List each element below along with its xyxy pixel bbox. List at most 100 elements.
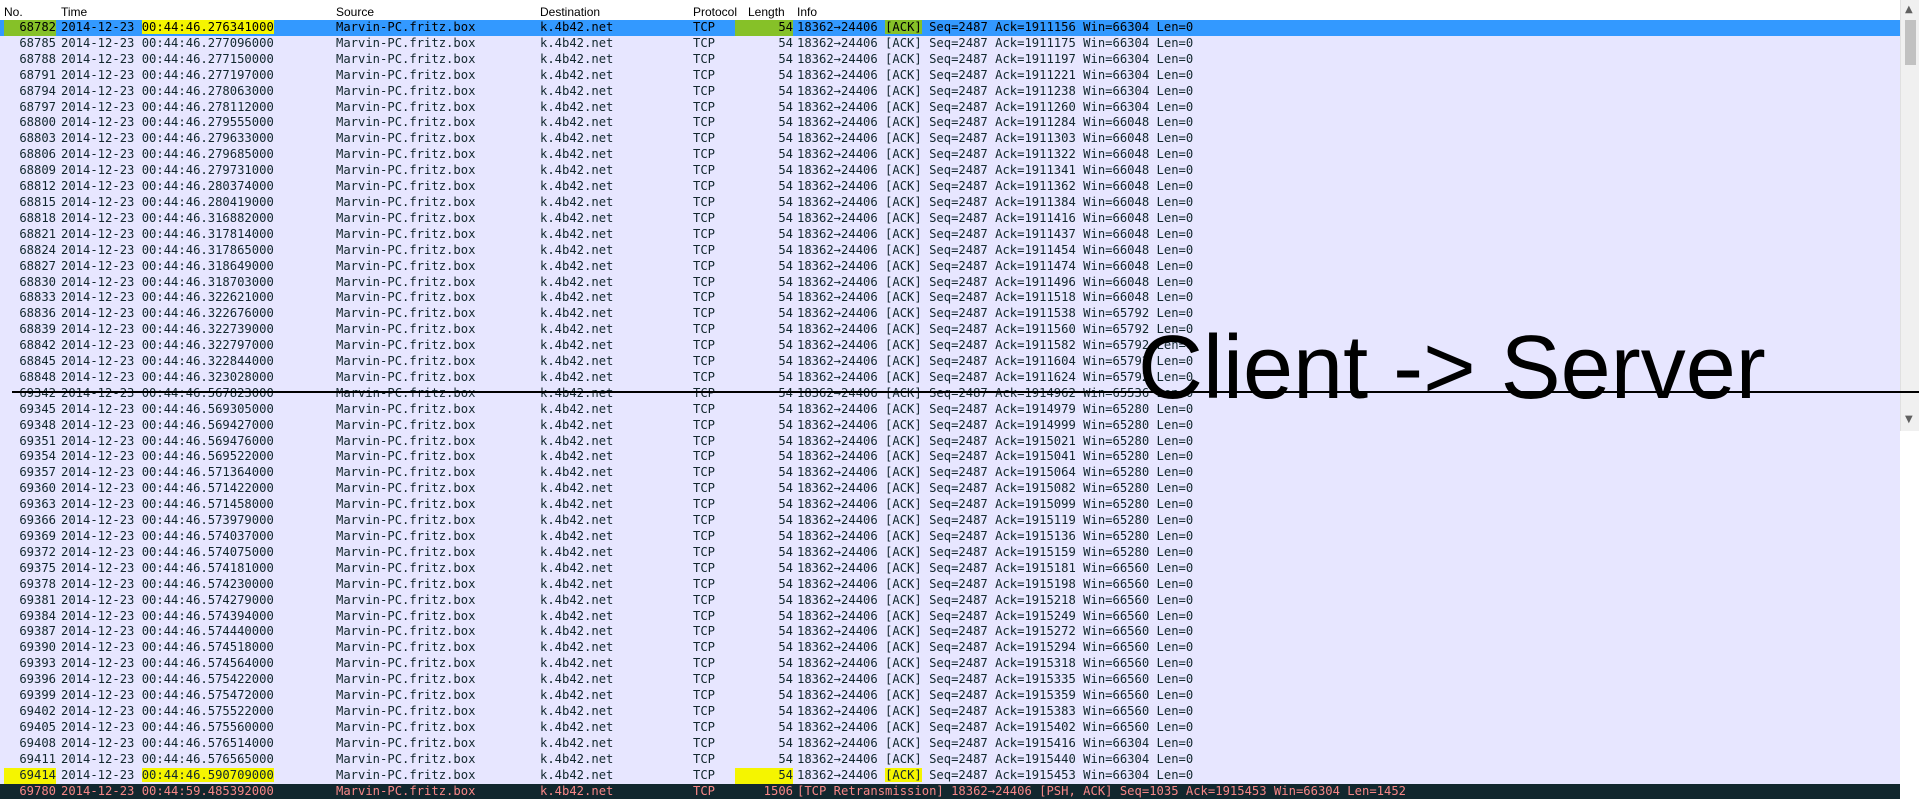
packet-row[interactable]: 68803 2014-12-23 00:44:46.279633000 Marvin… xyxy=(0,131,1900,148)
packet-source: Marvin-PC.fritz.box xyxy=(336,703,476,718)
packet-info: 18362→24406 [ACK] Seq=2487 Ack=1911454 W… xyxy=(797,242,1194,257)
packet-row[interactable]: 69780 2014-12-23 00:44:59.485392000 Marvin… xyxy=(0,783,1900,800)
packet-length: 54 xyxy=(778,194,793,209)
packet-source: Marvin-PC.fritz.box xyxy=(336,322,476,337)
packet-info: 18362→24406 [ACK] Seq=2487 Ack=1915359 W… xyxy=(797,688,1194,703)
scroll-thumb[interactable] xyxy=(1905,20,1916,65)
packet-destination: k.4b42.net xyxy=(540,290,614,305)
packet-source: Marvin-PC.fritz.box xyxy=(336,35,476,50)
packet-no: 68788 xyxy=(19,51,56,66)
packet-length: 54 xyxy=(778,226,793,241)
packet-row[interactable]: 69408 2014-12-23 00:44:46.576514000 Marvin… xyxy=(0,735,1900,752)
packet-source: Marvin-PC.fritz.box xyxy=(336,719,476,734)
packet-protocol: TCP xyxy=(693,767,716,782)
packet-info: 18362→24406 [ACK] Seq=2487 Ack=1911582 W… xyxy=(797,338,1194,353)
packet-source: Marvin-PC.fritz.box xyxy=(336,194,476,209)
packet-source: Marvin-PC.fritz.box xyxy=(336,751,476,766)
packet-no: 69414 xyxy=(4,767,56,784)
packet-time: 2014-12-23 00:44:46.575422000 xyxy=(61,672,274,687)
packet-row[interactable]: 69348 2014-12-23 00:44:46.569427000 Marvin… xyxy=(0,417,1900,434)
column-header-protocol[interactable]: Protocol xyxy=(693,5,737,19)
packet-length: 54 xyxy=(778,719,793,734)
packet-row[interactable]: 69402 2014-12-23 00:44:46.575522000 Marvin… xyxy=(0,703,1900,720)
ack-flag-highlight: [ACK] xyxy=(885,767,922,782)
packet-source: Marvin-PC.fritz.box xyxy=(336,592,476,607)
packet-info: 18362→24406 [ACK] Seq=2487 Ack=1911284 W… xyxy=(797,115,1194,130)
packet-time: 2014-12-23 00:44:46.569427000 xyxy=(61,417,274,432)
packet-time: 2014-12-23 00:44:46.590709000 xyxy=(61,767,274,782)
packet-length: 54 xyxy=(735,20,793,36)
packet-length: 54 xyxy=(778,497,793,512)
packet-destination: k.4b42.net xyxy=(540,624,614,639)
packet-row[interactable]: 68827 2014-12-23 00:44:46.318649000 Marvin… xyxy=(0,258,1900,275)
packet-row[interactable]: 69357 2014-12-23 00:44:46.571364000 Marvin… xyxy=(0,465,1900,482)
packet-row[interactable]: 68788 2014-12-23 00:44:46.277150000 Marvin… xyxy=(0,51,1900,68)
packet-destination: k.4b42.net xyxy=(540,51,614,66)
column-header-info[interactable]: Info xyxy=(797,5,817,19)
packet-row[interactable]: 69372 2014-12-23 00:44:46.574075000 Marvin… xyxy=(0,544,1900,561)
packet-row[interactable]: 68782 2014-12-23 00:44:46.276341000 Marvin… xyxy=(0,20,1900,36)
packet-info: 18362→24406 [ACK] Seq=2487 Ack=1911416 W… xyxy=(797,210,1194,225)
packet-protocol: TCP xyxy=(693,449,716,464)
packet-time: 2014-12-23 00:44:46.317865000 xyxy=(61,242,274,257)
vertical-scrollbar[interactable]: ▲ ▼ xyxy=(1900,0,1919,431)
column-header-destination[interactable]: Destination xyxy=(540,5,600,19)
packet-destination: k.4b42.net xyxy=(540,338,614,353)
packet-row[interactable]: 68791 2014-12-23 00:44:46.277197000 Marvin… xyxy=(0,67,1900,84)
packet-row[interactable]: 68794 2014-12-23 00:44:46.278063000 Marvin… xyxy=(0,83,1900,100)
packet-row[interactable]: 69375 2014-12-23 00:44:46.574181000 Marvin… xyxy=(0,560,1900,577)
packet-info: 18362→24406 [ACK] Seq=2487 Ack=1915272 W… xyxy=(797,624,1194,639)
packet-row[interactable]: 69381 2014-12-23 00:44:46.574279000 Marvin… xyxy=(0,592,1900,609)
packet-row[interactable]: 69360 2014-12-23 00:44:46.571422000 Marvin… xyxy=(0,481,1900,498)
packet-source: Marvin-PC.fritz.box xyxy=(336,624,476,639)
packet-row[interactable]: 69387 2014-12-23 00:44:46.574440000 Marvin… xyxy=(0,624,1900,641)
packet-row[interactable]: 68833 2014-12-23 00:44:46.322621000 Marvin… xyxy=(0,290,1900,307)
packet-row[interactable]: 69393 2014-12-23 00:44:46.574564000 Marvin… xyxy=(0,656,1900,673)
packet-no: 68797 xyxy=(19,99,56,114)
column-header-length[interactable]: Length xyxy=(748,5,785,19)
scroll-down-icon[interactable]: ▼ xyxy=(1905,414,1913,425)
packet-destination: k.4b42.net xyxy=(540,354,614,369)
packet-destination: k.4b42.net xyxy=(540,592,614,607)
packet-protocol: TCP xyxy=(693,210,716,225)
packet-row[interactable]: 68797 2014-12-23 00:44:46.278112000 Marvin… xyxy=(0,99,1900,116)
column-header-no[interactable]: No. xyxy=(4,5,23,19)
packet-no: 69411 xyxy=(19,751,56,766)
packet-row[interactable]: 68785 2014-12-23 00:44:46.277096000 Marvin… xyxy=(0,35,1900,52)
packet-source: Marvin-PC.fritz.box xyxy=(336,735,476,750)
packet-info: 18362→24406 [ACK] Seq=2487 Ack=1911322 W… xyxy=(797,147,1194,162)
packet-protocol: TCP xyxy=(693,624,716,639)
packet-row[interactable]: 68815 2014-12-23 00:44:46.280419000 Marvin… xyxy=(0,194,1900,211)
packet-row[interactable]: 68812 2014-12-23 00:44:46.280374000 Marvin… xyxy=(0,179,1900,195)
packet-row[interactable]: 69414 2014-12-23 00:44:46.590709000 Marvin… xyxy=(0,767,1900,784)
packet-time: 2014-12-23 00:44:46.279633000 xyxy=(61,131,274,146)
packet-info: 18362→24406 [ACK] Seq=2487 Ack=1915181 W… xyxy=(797,560,1194,575)
packet-row[interactable]: 68821 2014-12-23 00:44:46.317814000 Marvin… xyxy=(0,226,1900,243)
packet-source: Marvin-PC.fritz.box xyxy=(336,576,476,591)
packet-row[interactable]: 68824 2014-12-23 00:44:46.317865000 Marvin… xyxy=(0,242,1900,259)
packet-row[interactable]: 69378 2014-12-23 00:44:46.574230000 Marvin… xyxy=(0,576,1900,593)
packet-no: 69357 xyxy=(19,465,56,480)
packet-row[interactable]: 69405 2014-12-23 00:44:46.575560000 Marvin… xyxy=(0,719,1900,736)
packet-row[interactable]: 69411 2014-12-23 00:44:46.576565000 Marvin… xyxy=(0,751,1900,768)
packet-row[interactable]: 69384 2014-12-23 00:44:46.574394000 Marvin… xyxy=(0,608,1900,625)
packet-row[interactable]: 68809 2014-12-23 00:44:46.279731000 Marvin… xyxy=(0,163,1900,180)
packet-row[interactable]: 69366 2014-12-23 00:44:46.573979000 Marvin… xyxy=(0,513,1900,529)
column-header-time[interactable]: Time xyxy=(61,5,87,19)
packet-row[interactable]: 68830 2014-12-23 00:44:46.318703000 Marvin… xyxy=(0,274,1900,291)
packet-row[interactable]: 69354 2014-12-23 00:44:46.569522000 Marvin… xyxy=(0,449,1900,466)
packet-info: 18362→24406 [ACK] Seq=2487 Ack=1911303 W… xyxy=(797,131,1194,146)
packet-protocol: TCP xyxy=(693,179,716,194)
packet-row[interactable]: 69369 2014-12-23 00:44:46.574037000 Marvin… xyxy=(0,529,1900,545)
packet-row[interactable]: 68806 2014-12-23 00:44:46.279685000 Marvin… xyxy=(0,147,1900,164)
packet-time: 2014-12-23 00:44:46.316882000 xyxy=(61,210,274,225)
packet-row[interactable]: 68800 2014-12-23 00:44:46.279555000 Marvin… xyxy=(0,115,1900,132)
packet-row[interactable]: 69396 2014-12-23 00:44:46.575422000 Marvin… xyxy=(0,672,1900,689)
column-header-source[interactable]: Source xyxy=(336,5,374,19)
packet-row[interactable]: 68818 2014-12-23 00:44:46.316882000 Marvin… xyxy=(0,210,1900,227)
packet-row[interactable]: 69363 2014-12-23 00:44:46.571458000 Marvin… xyxy=(0,497,1900,514)
packet-row[interactable]: 69399 2014-12-23 00:44:46.575472000 Marvin… xyxy=(0,688,1900,704)
scroll-up-icon[interactable]: ▲ xyxy=(1905,4,1913,15)
packet-row[interactable]: 69390 2014-12-23 00:44:46.574518000 Marvin… xyxy=(0,640,1900,657)
packet-row[interactable]: 69351 2014-12-23 00:44:46.569476000 Marvin… xyxy=(0,433,1900,450)
